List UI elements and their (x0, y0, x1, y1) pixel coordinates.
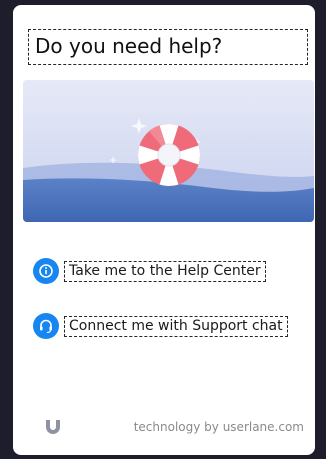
headset-icon (33, 313, 59, 339)
powered-by-link[interactable]: technology by userlane.com (134, 420, 304, 434)
help-center-option[interactable]: Take me to the Help Center (33, 258, 266, 284)
userlane-logo-icon (44, 418, 62, 440)
support-chat-option[interactable]: Connect me with Support chat (33, 313, 288, 339)
support-chat-link[interactable]: Connect me with Support chat (64, 315, 288, 337)
hero-illustration (23, 80, 314, 222)
help-panel: Do you need help? Take me to the Help Ce… (13, 5, 315, 455)
lifebuoy-illustration (23, 80, 314, 222)
help-center-link[interactable]: Take me to the Help Center (64, 260, 266, 282)
info-icon (33, 258, 59, 284)
help-panel-title: Do you need help? (28, 29, 308, 65)
